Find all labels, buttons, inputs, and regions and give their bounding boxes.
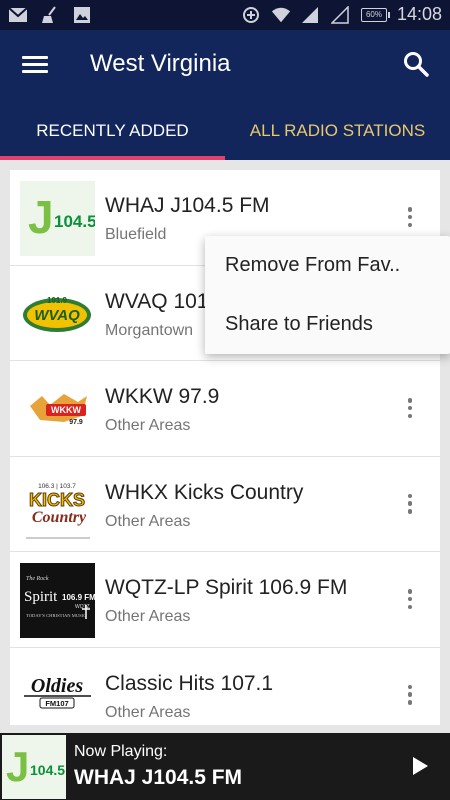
signal-2-icon [330, 5, 351, 25]
more-options-icon[interactable] [400, 491, 420, 517]
station-location: Other Areas [105, 417, 191, 434]
logo-text: 104.5 [54, 212, 95, 231]
logo-text: J [28, 191, 54, 243]
station-name: WKKW 97.9 [105, 385, 220, 408]
station-name: Classic Hits 107.1 [105, 671, 274, 695]
station-logo: 106.3 | 103.7 KICKS Country [20, 467, 95, 543]
search-icon[interactable] [402, 50, 430, 78]
logo-text: 106.3 | 103.7 [38, 483, 76, 490]
active-tab-indicator [0, 156, 225, 160]
clock: 14:08 [396, 4, 442, 24]
logo-text: 106.9 FM [62, 593, 95, 602]
station-logo: J 104.5 [20, 181, 95, 256]
logo-text: 101.9 [47, 296, 68, 305]
play-icon[interactable] [410, 755, 430, 777]
page-title: West Virginia [90, 50, 231, 77]
logo-text: 104.5 [30, 762, 65, 778]
signal-1-icon [301, 5, 321, 25]
station-location: Other Areas [105, 703, 191, 721]
station-location: Bluefield [105, 226, 167, 243]
tab-recently-added[interactable]: RECENTLY ADDED [0, 102, 225, 160]
now-playing-label: Now Playing: [74, 743, 168, 760]
status-bar: 60% 14:08 [0, 0, 450, 30]
logo-text: 97.9 [69, 419, 83, 426]
more-options-icon[interactable] [400, 586, 420, 612]
more-options-icon[interactable] [400, 395, 420, 421]
station-location: Morgantown [105, 321, 194, 339]
app-bar: West Virginia [0, 30, 450, 102]
now-playing-title: WHAJ J104.5 FM [74, 766, 243, 789]
tab-all-radio-stations[interactable]: ALL RADIO STATIONS [225, 102, 450, 160]
logo-text: KICKS [29, 490, 85, 510]
wifi-icon [271, 5, 291, 25]
station-row[interactable]: 106.3 | 103.7 KICKS Country WHKX Kicks C… [10, 457, 440, 552]
battery-indicator: 60% [360, 7, 390, 22]
more-options-icon[interactable] [400, 682, 420, 708]
broom-icon [40, 5, 60, 25]
context-menu: Remove From Fav.. Share to Friends [205, 236, 450, 354]
station-location: Other Areas [105, 512, 191, 530]
station-row[interactable]: Oldies FM107 Classic Hits 107.1 Other Ar… [10, 648, 440, 725]
station-name: WHAJ J104.5 FM [105, 194, 270, 217]
hamburger-menu-icon[interactable] [20, 52, 50, 78]
station-row[interactable]: WKKW 97.9 WKKW 97.9 Other Areas [10, 361, 440, 457]
now-playing-logo: J 104.5 [2, 735, 66, 799]
mail-icon [8, 5, 28, 25]
station-logo: Oldies FM107 [20, 658, 95, 725]
image-icon [72, 5, 92, 25]
data-saver-icon [241, 5, 261, 25]
station-row[interactable]: The Rock Spirit 106.9 FM WQTZ TODAY'S CH… [10, 552, 440, 648]
station-logo: The Rock Spirit 106.9 FM WQTZ TODAY'S CH… [20, 563, 95, 638]
menu-item-share-to-friends[interactable]: Share to Friends [205, 295, 450, 354]
logo-text: WKKW [51, 405, 81, 415]
now-playing-bar[interactable]: J 104.5 Now Playing: WHAJ J104.5 FM [0, 733, 450, 800]
station-name: WHKX Kicks Country [105, 480, 304, 504]
menu-item-remove-from-favorites[interactable]: Remove From Fav.. [205, 236, 450, 295]
station-logo: WKKW 97.9 [20, 372, 95, 447]
station-logo: WVAQ 101.9 [20, 276, 95, 352]
logo-text: The Rock [26, 576, 49, 582]
logo-text: Country [32, 509, 87, 526]
more-options-icon[interactable] [400, 204, 420, 230]
tab-bar: RECENTLY ADDED ALL RADIO STATIONS [0, 102, 450, 160]
logo-text: Spirit [24, 589, 58, 605]
logo-text: WVAQ [34, 307, 80, 324]
station-location: Other Areas [105, 608, 191, 625]
logo-text: Oldies [31, 675, 83, 697]
logo-text: TODAY'S CHRISTIAN MUSIC [26, 613, 86, 618]
logo-text: FM107 [45, 699, 68, 708]
station-name: WQTZ-LP Spirit 106.9 FM [105, 576, 348, 599]
logo-text: J [6, 743, 29, 790]
